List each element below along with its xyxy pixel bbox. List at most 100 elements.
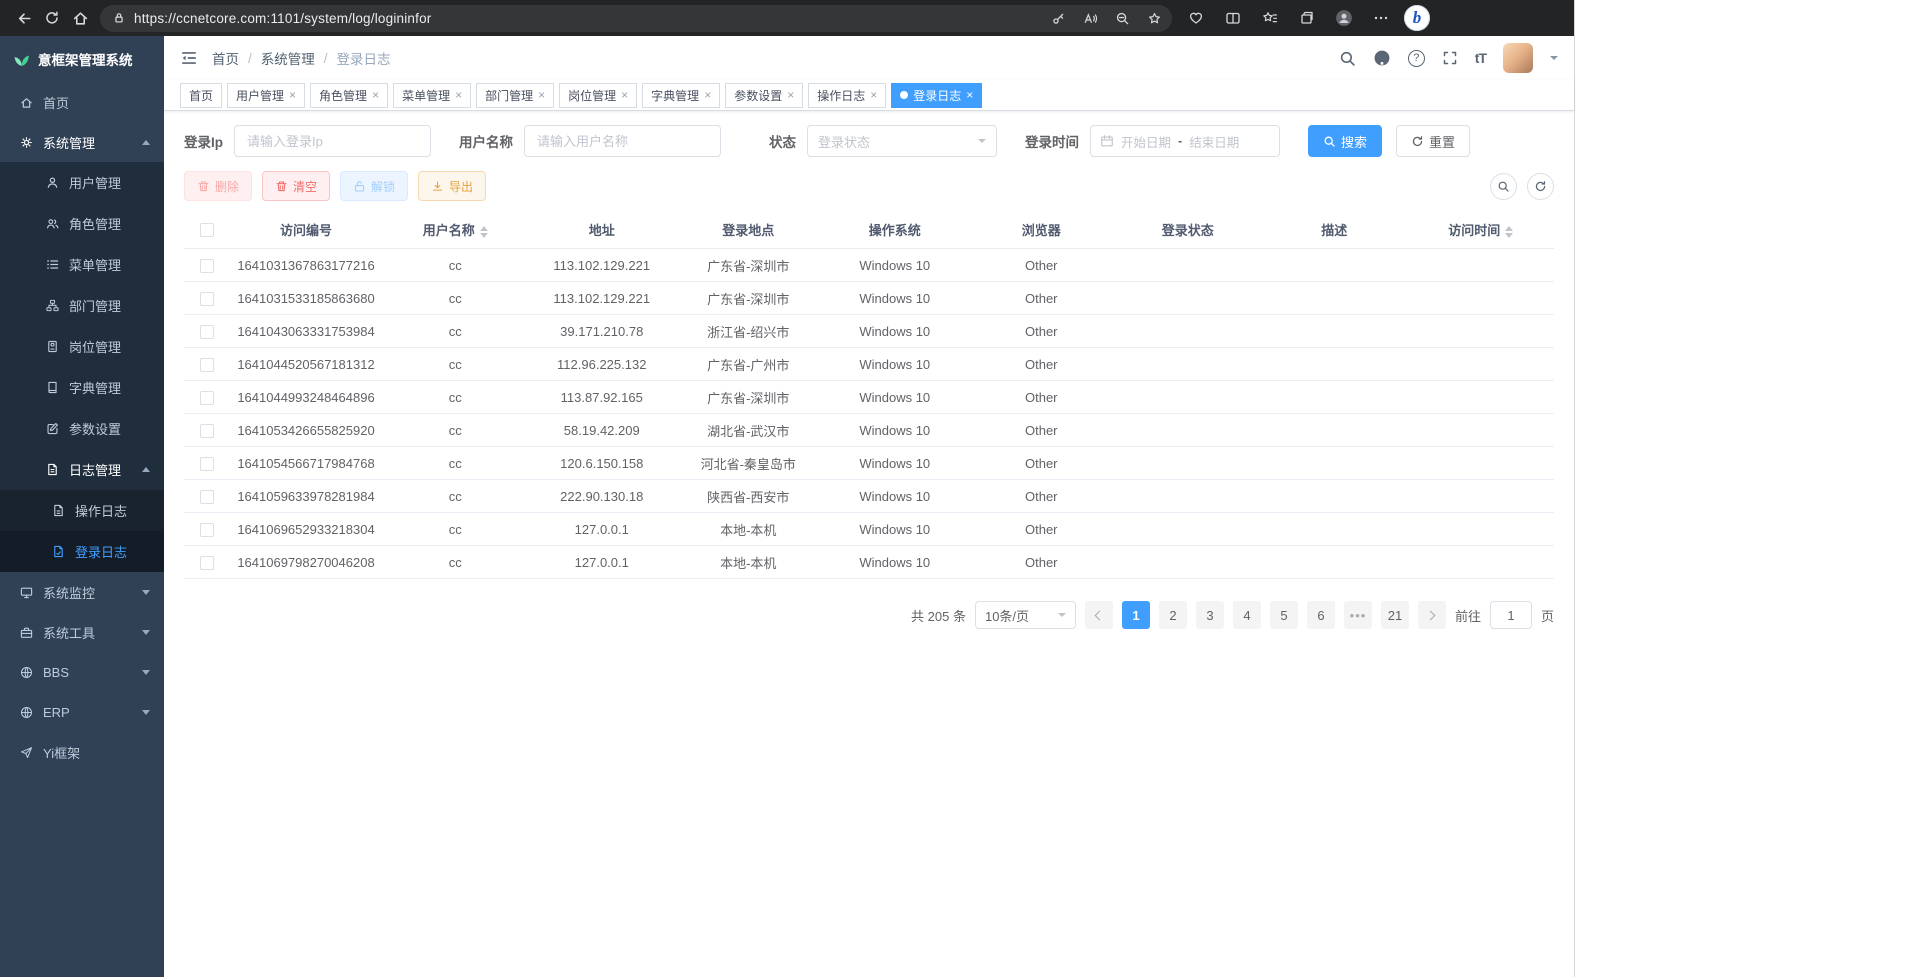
sidebar-item-home[interactable]: 首页 bbox=[0, 82, 164, 122]
add-favorite-star-icon[interactable] bbox=[1142, 6, 1166, 30]
read-aloud-icon[interactable] bbox=[1078, 6, 1102, 30]
zoom-out-icon[interactable] bbox=[1110, 6, 1134, 30]
unlock-button[interactable]: 解锁 bbox=[340, 171, 408, 201]
close-icon[interactable]: × bbox=[966, 89, 973, 101]
sidebar-item-menu-mgmt[interactable]: 菜单管理 bbox=[0, 244, 164, 285]
tab-post-mgmt[interactable]: 岗位管理× bbox=[559, 83, 637, 108]
date-range-picker[interactable]: 开始日期 - 结束日期 bbox=[1090, 125, 1280, 157]
password-key-icon[interactable] bbox=[1046, 6, 1070, 30]
row-checkbox[interactable] bbox=[200, 457, 214, 471]
tab-login-log[interactable]: 登录日志× bbox=[891, 83, 982, 108]
row-checkbox[interactable] bbox=[200, 556, 214, 570]
page-button-5[interactable]: 5 bbox=[1270, 601, 1298, 629]
page-size-select[interactable]: 10条/页 bbox=[975, 601, 1076, 629]
sidebar-item-bbs[interactable]: BBS bbox=[0, 652, 164, 692]
sidebar-item-system-monitor[interactable]: 系统监控 bbox=[0, 572, 164, 612]
sidebar-item-post-mgmt[interactable]: 岗位管理 bbox=[0, 326, 164, 367]
close-icon[interactable]: × bbox=[787, 89, 794, 101]
export-button[interactable]: 导出 bbox=[418, 171, 486, 201]
page-button-last[interactable]: 21 bbox=[1381, 601, 1409, 629]
breadcrumb-home[interactable]: 首页 bbox=[212, 48, 239, 68]
tab-menu-mgmt[interactable]: 菜单管理× bbox=[393, 83, 471, 108]
goto-page-input[interactable] bbox=[1490, 601, 1532, 629]
split-screen-icon[interactable] bbox=[1219, 4, 1247, 32]
row-checkbox[interactable] bbox=[200, 490, 214, 504]
close-icon[interactable]: × bbox=[289, 89, 296, 101]
browser-essentials-icon[interactable] bbox=[1182, 4, 1210, 32]
close-icon[interactable]: × bbox=[372, 89, 379, 101]
url-text[interactable]: https://ccnetcore.com:1101/system/log/lo… bbox=[134, 11, 1038, 26]
tab-role-mgmt[interactable]: 角色管理× bbox=[310, 83, 388, 108]
reload-icon[interactable] bbox=[38, 4, 66, 32]
tab-dict-mgmt[interactable]: 字典管理× bbox=[642, 83, 720, 108]
collapse-sidebar-icon[interactable] bbox=[180, 49, 198, 67]
row-checkbox[interactable] bbox=[200, 523, 214, 537]
sidebar-item-system-mgmt[interactable]: 系统管理 bbox=[0, 122, 164, 162]
tab-operation-log[interactable]: 操作日志× bbox=[808, 83, 886, 108]
copilot-icon[interactable]: b bbox=[1404, 5, 1430, 31]
reset-button[interactable]: 重置 bbox=[1396, 125, 1470, 157]
collections-icon[interactable] bbox=[1293, 4, 1321, 32]
favorites-bar-icon[interactable] bbox=[1256, 4, 1284, 32]
prev-page-button[interactable] bbox=[1085, 601, 1113, 629]
tab-user-mgmt[interactable]: 用户管理× bbox=[227, 83, 305, 108]
close-icon[interactable]: × bbox=[704, 89, 711, 101]
sidebar-item-login-log[interactable]: 登录日志 bbox=[0, 531, 164, 572]
user-name-input[interactable] bbox=[524, 125, 721, 157]
page-button-1[interactable]: 1 bbox=[1122, 601, 1150, 629]
col-user-name[interactable]: 用户名称 bbox=[382, 220, 529, 239]
address-bar[interactable]: https://ccnetcore.com:1101/system/log/lo… bbox=[100, 5, 1172, 32]
breadcrumb-system[interactable]: 系统管理 bbox=[261, 48, 315, 68]
row-checkbox[interactable] bbox=[200, 391, 214, 405]
fullscreen-icon[interactable] bbox=[1442, 50, 1458, 66]
sort-icon[interactable] bbox=[480, 226, 488, 238]
row-checkbox[interactable] bbox=[200, 259, 214, 273]
sidebar-item-yi-framework[interactable]: Yi框架 bbox=[0, 732, 164, 772]
row-checkbox[interactable] bbox=[200, 292, 214, 306]
tab-home[interactable]: 首页 bbox=[180, 83, 222, 108]
row-checkbox[interactable] bbox=[200, 325, 214, 339]
select-all-checkbox[interactable] bbox=[200, 223, 214, 237]
sort-icon[interactable] bbox=[1505, 226, 1513, 238]
sidebar-item-log-mgmt[interactable]: 日志管理 bbox=[0, 449, 164, 490]
back-icon[interactable] bbox=[10, 4, 38, 32]
sidebar-item-dict-mgmt[interactable]: 字典管理 bbox=[0, 367, 164, 408]
tab-param-settings[interactable]: 参数设置× bbox=[725, 83, 803, 108]
row-checkbox[interactable] bbox=[200, 358, 214, 372]
sidebar-item-dept-mgmt[interactable]: 部门管理 bbox=[0, 285, 164, 326]
status-select[interactable]: 登录状态 bbox=[807, 125, 997, 157]
more-menu-icon[interactable] bbox=[1367, 4, 1395, 32]
help-icon[interactable]: ? bbox=[1408, 50, 1425, 67]
close-icon[interactable]: × bbox=[455, 89, 462, 101]
sidebar-item-param-settings[interactable]: 参数设置 bbox=[0, 408, 164, 449]
home-icon[interactable] bbox=[66, 4, 94, 32]
page-button-6[interactable]: 6 bbox=[1307, 601, 1335, 629]
close-icon[interactable]: × bbox=[621, 89, 628, 101]
sidebar-item-operation-log[interactable]: 操作日志 bbox=[0, 490, 164, 531]
user-avatar[interactable] bbox=[1503, 43, 1533, 73]
page-button-3[interactable]: 3 bbox=[1196, 601, 1224, 629]
close-icon[interactable]: × bbox=[538, 89, 545, 101]
page-button-4[interactable]: 4 bbox=[1233, 601, 1261, 629]
sidebar-item-system-tools[interactable]: 系统工具 bbox=[0, 612, 164, 652]
col-time[interactable]: 访问时间 bbox=[1408, 220, 1555, 239]
next-page-button[interactable] bbox=[1418, 601, 1446, 629]
sidebar-item-erp[interactable]: ERP bbox=[0, 692, 164, 732]
page-ellipsis[interactable]: ••• bbox=[1344, 601, 1372, 629]
refresh-table-icon[interactable] bbox=[1527, 173, 1554, 200]
clear-button[interactable]: 清空 bbox=[262, 171, 330, 201]
search-icon[interactable] bbox=[1339, 50, 1356, 67]
row-checkbox[interactable] bbox=[200, 424, 214, 438]
page-button-2[interactable]: 2 bbox=[1159, 601, 1187, 629]
github-icon[interactable] bbox=[1373, 49, 1391, 67]
sidebar-item-user-mgmt[interactable]: 用户管理 bbox=[0, 162, 164, 203]
profile-avatar-icon[interactable] bbox=[1330, 4, 1358, 32]
font-size-icon[interactable]: tT bbox=[1475, 50, 1486, 66]
tab-dept-mgmt[interactable]: 部门管理× bbox=[476, 83, 554, 108]
search-toggle-icon[interactable] bbox=[1490, 173, 1517, 200]
chevron-down-icon[interactable] bbox=[1550, 56, 1558, 64]
delete-button[interactable]: 删除 bbox=[184, 171, 252, 201]
sidebar-item-role-mgmt[interactable]: 角色管理 bbox=[0, 203, 164, 244]
login-ip-input[interactable] bbox=[234, 125, 431, 157]
search-button[interactable]: 搜索 bbox=[1308, 125, 1382, 157]
